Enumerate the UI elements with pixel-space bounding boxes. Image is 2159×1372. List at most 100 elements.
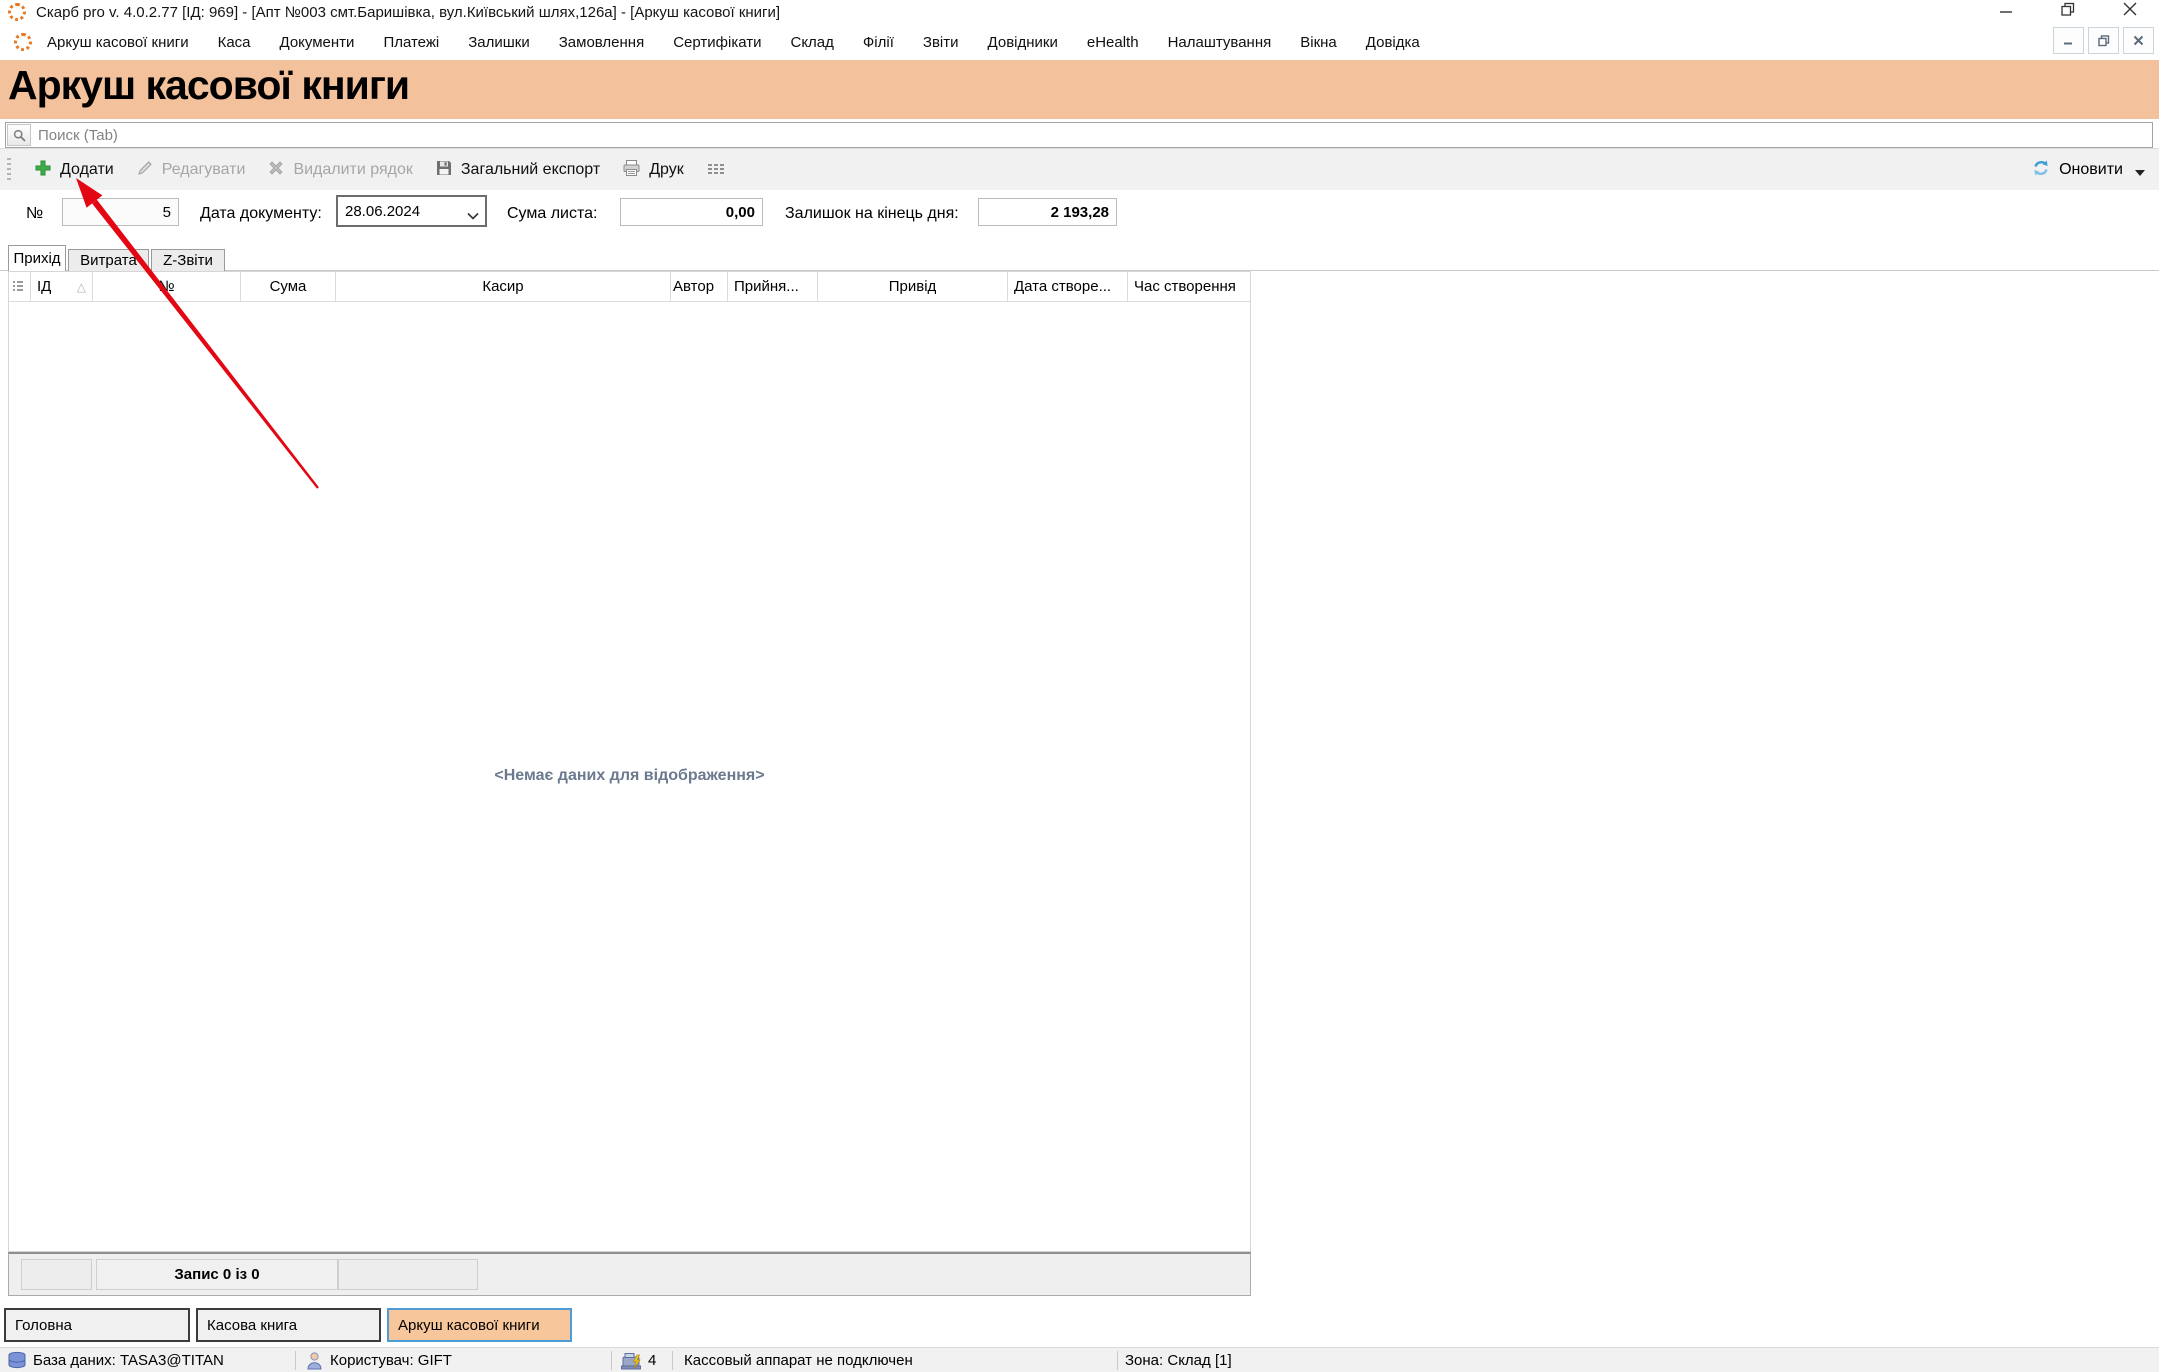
column-header-time-created[interactable]: Час створення — [1128, 272, 1250, 301]
menu-item-dovidka[interactable]: Довідка — [1365, 32, 1421, 53]
record-counter: Запис 0 із 0 — [96, 1259, 338, 1290]
status-separator — [1117, 1351, 1118, 1370]
menu-bar: Аркуш касової книги Каса Документи Плате… — [0, 24, 2159, 60]
app-window: Скарб pro v. 4.0.2.77 [ІД: 969] - [Апт №… — [0, 0, 2159, 1372]
chevron-down-icon[interactable] — [467, 207, 479, 224]
menu-item-ehealth[interactable]: eHealth — [1086, 32, 1140, 53]
document-date-value: 28.06.2024 — [345, 203, 420, 220]
sheet-sum-input[interactable]: 0,00 — [620, 198, 763, 226]
menu-item-kasa[interactable]: Каса — [217, 32, 252, 53]
title-bar: Скарб pro v. 4.0.2.77 [ІД: 969] - [Апт №… — [0, 0, 2159, 24]
menu-logo-icon — [14, 33, 32, 51]
toolbar-grip[interactable] — [7, 158, 11, 182]
restore-icon[interactable] — [2061, 2, 2075, 16]
cash-register-icon — [620, 1348, 644, 1372]
number-input[interactable]: 5 — [62, 198, 179, 226]
search-row: Поиск (Tab) — [0, 119, 2159, 148]
records-table: ІД △ № Сума Касир Автор Прийня... Привід… — [8, 271, 1251, 1252]
print-button[interactable]: Друк — [611, 153, 695, 187]
search-input[interactable]: Поиск (Tab) — [5, 122, 2153, 148]
document-date-label: Дата документу: — [200, 205, 322, 223]
close-icon[interactable] — [2123, 2, 2137, 16]
page-header: Аркуш касової книги — [0, 60, 2159, 119]
mdi-close-icon[interactable] — [2123, 27, 2154, 54]
table-header-row: ІД △ № Сума Касир Автор Прийня... Привід… — [9, 272, 1250, 302]
column-header-reason[interactable]: Привід — [818, 272, 1008, 301]
number-value: 5 — [163, 204, 171, 221]
zone-status: Зона: Склад [1] — [1125, 1348, 1232, 1372]
search-placeholder: Поиск (Tab) — [38, 127, 118, 144]
window-tab-cash-book[interactable]: Касова книга — [196, 1308, 381, 1342]
delete-row-button[interactable]: Видалити рядок — [256, 153, 423, 187]
refresh-dropdown-caret-icon[interactable] — [2135, 170, 2145, 176]
sheet-sum-value: 0,00 — [726, 204, 755, 221]
print-button-label: Друк — [649, 161, 684, 179]
tab-z-reports[interactable]: Z-Звіти — [151, 249, 225, 271]
menu-item-zvity[interactable]: Звіти — [922, 32, 960, 53]
printer-icon — [622, 159, 641, 182]
status-separator — [672, 1351, 673, 1370]
menu-item-filii[interactable]: Філії — [862, 32, 895, 53]
number-label: № — [26, 205, 43, 223]
sheet-sum-label: Сума листа: — [507, 205, 597, 223]
column-chooser-icon[interactable] — [695, 153, 737, 187]
add-button-label: Додати — [60, 161, 114, 179]
pencil-icon — [136, 159, 154, 182]
empty-table-message: <Немає даних для відображення> — [9, 767, 1250, 785]
mdi-restore-icon[interactable] — [2088, 27, 2119, 54]
status-separator — [295, 1351, 296, 1370]
record-navigator-cell — [21, 1259, 92, 1290]
refresh-button[interactable]: Оновити — [2031, 149, 2145, 191]
menu-item-sertyfikaty[interactable]: Сертифікати — [672, 32, 762, 53]
edit-button-label: Редагувати — [162, 161, 246, 179]
cash-register-status: Кассовый аппарат не подключен — [684, 1348, 913, 1372]
menu-item-sklad[interactable]: Склад — [789, 32, 834, 53]
floppy-icon — [435, 159, 453, 182]
plus-icon — [34, 159, 52, 182]
menu-item-zamovlennia[interactable]: Замовлення — [558, 32, 645, 53]
add-button[interactable]: Додати — [23, 153, 125, 187]
document-form: № 5 Дата документу: 28.06.2024 Сума лист… — [0, 190, 2159, 242]
menu-item-vikna[interactable]: Вікна — [1299, 32, 1338, 53]
menu-item-zalyshky[interactable]: Залишки — [467, 32, 531, 53]
menu-item-arkush-kasovoi-knyhy[interactable]: Аркуш касової книги — [46, 32, 190, 53]
column-header-accepted[interactable]: Прийня... — [728, 272, 818, 301]
sort-ascending-icon: △ — [77, 280, 86, 294]
column-header-sum[interactable]: Сума — [241, 272, 336, 301]
balance-input[interactable]: 2 193,28 — [978, 198, 1117, 226]
register-count: 4 — [648, 1348, 656, 1372]
column-header-id[interactable]: ІД △ — [31, 272, 93, 301]
menu-item-dovidnyky[interactable]: Довідники — [987, 32, 1059, 53]
refresh-button-label: Оновити — [2059, 161, 2123, 179]
column-header-date-created[interactable]: Дата створе... — [1008, 272, 1128, 301]
balance-value: 2 193,28 — [1051, 204, 1109, 221]
document-tabs: Прихід Витрата Z-Звіти — [0, 242, 2159, 271]
menu-item-dokumenty[interactable]: Документи — [279, 32, 356, 53]
balance-label: Залишок на кінець дня: — [785, 205, 959, 223]
database-status: База даних: TASA3@TITAN — [33, 1348, 224, 1372]
window-title: Скарб pro v. 4.0.2.77 [ІД: 969] - [Апт №… — [36, 4, 780, 21]
export-button-label: Загальний експорт — [461, 161, 600, 179]
edit-button[interactable]: Редагувати — [125, 153, 257, 187]
column-header-number[interactable]: № — [93, 272, 241, 301]
user-status: Користувач: GIFT — [330, 1348, 452, 1372]
tab-income[interactable]: Прихід — [8, 245, 66, 271]
menu-item-platezhi[interactable]: Платежі — [382, 32, 440, 53]
page-title: Аркуш касової книги — [8, 62, 2159, 109]
delete-row-button-label: Видалити рядок — [293, 161, 412, 179]
database-icon — [6, 1348, 28, 1372]
column-header-author[interactable]: Автор — [671, 272, 728, 301]
mdi-minimize-icon[interactable] — [2053, 27, 2084, 54]
document-date-select[interactable]: 28.06.2024 — [336, 195, 487, 227]
window-tab-cash-book-sheet[interactable]: Аркуш касової книги — [387, 1308, 572, 1342]
delete-x-icon — [267, 159, 285, 182]
column-header-cashier[interactable]: Касир — [336, 272, 671, 301]
menu-item-nalashtuvannia[interactable]: Налаштування — [1167, 32, 1273, 53]
export-button[interactable]: Загальний експорт — [424, 153, 611, 187]
tab-expense[interactable]: Витрата — [68, 249, 149, 271]
row-indicator-header-icon[interactable] — [9, 272, 31, 301]
record-navigator-cell — [338, 1259, 478, 1290]
window-tab-home[interactable]: Головна — [4, 1308, 190, 1342]
record-navigator: Запис 0 із 0 — [8, 1252, 1251, 1296]
minimize-icon[interactable] — [1999, 2, 2013, 16]
